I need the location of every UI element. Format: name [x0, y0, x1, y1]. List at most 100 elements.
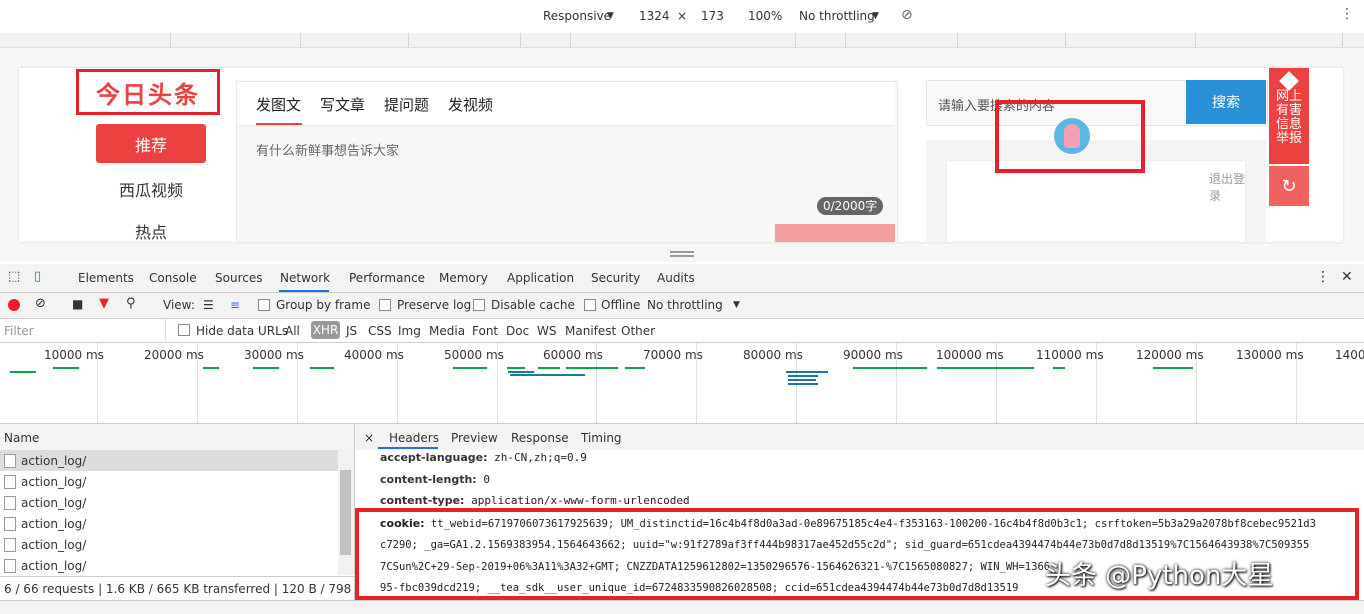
tab-ask-question[interactable]: 提问题 — [384, 94, 429, 115]
request-list: action_log/ action_log/ action_log/ acti… — [0, 450, 355, 575]
file-icon — [4, 517, 16, 531]
throttling-select[interactable]: No throttling — [647, 298, 723, 312]
list-view-icon[interactable]: ☰ — [203, 298, 214, 312]
chevron-down-icon[interactable]: ▼ — [733, 300, 740, 310]
request-row[interactable]: action_log/ — [0, 555, 338, 576]
header-key: content-type: — [380, 494, 465, 507]
tab-preview[interactable]: Preview — [451, 431, 498, 445]
close-icon[interactable]: × — [364, 431, 374, 445]
hide-data-urls-checkbox[interactable] — [178, 324, 190, 336]
request-row[interactable]: action_log/ — [0, 471, 338, 492]
device-toggle-icon[interactable]: ▯ — [34, 269, 41, 284]
filter-manifest[interactable]: Manifest — [565, 324, 616, 338]
waterfall-view-icon[interactable]: ≡ — [230, 298, 240, 312]
tab-console[interactable]: Console — [149, 271, 197, 285]
filter-all[interactable]: All — [285, 324, 300, 338]
request-row[interactable]: action_log/ — [0, 492, 338, 513]
compose-panel: 发图文 写文章 提问题 发视频 有什么新鲜事想告诉大家 0/2000字 — [236, 81, 898, 242]
tab-audits[interactable]: Audits — [657, 271, 695, 285]
filter-img[interactable]: Img — [398, 324, 421, 338]
disable-cache-checkbox[interactable] — [473, 299, 485, 311]
tab-response[interactable]: Response — [511, 431, 569, 445]
request-row[interactable]: action_log/ — [0, 450, 338, 471]
header-row: content-type: application/x-www-form-url… — [380, 494, 690, 507]
search-button[interactable]: 搜索 — [1186, 80, 1266, 124]
resize-handle[interactable] — [670, 251, 694, 257]
device-select[interactable]: Responsive — [543, 9, 611, 23]
logout-link[interactable]: 退出登录 — [1209, 170, 1245, 204]
avatar[interactable] — [1054, 118, 1090, 154]
tab-network[interactable]: Network — [280, 271, 330, 285]
request-row[interactable]: action_log/ — [0, 534, 338, 555]
chevron-down-icon[interactable]: ▼ — [872, 11, 879, 21]
report-logo-icon — [1279, 71, 1299, 91]
timeline-label: 70000 ms — [643, 348, 703, 362]
request-list-header[interactable]: Name — [0, 424, 355, 451]
timeline-label: 1400 — [1335, 348, 1364, 362]
console-drawer-strip — [0, 600, 1364, 614]
more-icon[interactable]: ⋮ — [1340, 6, 1354, 22]
nav-recommend-button[interactable]: 推荐 — [96, 124, 206, 163]
request-summary: 6 / 66 requests | 1.6 KB / 665 KB transf… — [4, 582, 399, 596]
network-overview[interactable]: 10000 ms 20000 ms 30000 ms 40000 ms 5000… — [0, 343, 1364, 424]
record-icon[interactable] — [8, 299, 20, 311]
height-input[interactable]: 173 — [701, 9, 724, 23]
inspect-icon[interactable]: ⬚ — [8, 269, 20, 284]
header-row: content-length: 0 — [380, 473, 490, 486]
filter-xhr[interactable]: XHR — [311, 321, 340, 339]
request-list-scrollbar[interactable] — [338, 450, 354, 575]
tab-elements[interactable]: Elements — [78, 271, 134, 285]
filter-css[interactable]: CSS — [368, 324, 392, 338]
filter-input[interactable]: Filter — [0, 319, 166, 341]
site-logo[interactable]: 今日头条 — [76, 69, 220, 115]
scrollbar-thumb[interactable] — [340, 470, 351, 555]
tab-timing[interactable]: Timing — [581, 431, 622, 445]
times-icon: × — [677, 9, 688, 23]
report-label: 网上有害信息举报 — [1275, 89, 1302, 146]
tab-memory[interactable]: Memory — [439, 271, 488, 285]
tab-headers[interactable]: Headers — [389, 431, 439, 445]
clear-icon[interactable]: ⊘ — [35, 296, 46, 311]
tab-post-image[interactable]: 发图文 — [256, 94, 301, 115]
zoom-select[interactable]: 100% — [748, 9, 782, 23]
offline-label: Offline — [601, 298, 641, 312]
tab-application[interactable]: Application — [507, 271, 574, 285]
close-icon[interactable]: ✕ — [1341, 269, 1353, 285]
filter-other[interactable]: Other — [621, 324, 655, 338]
tab-post-video[interactable]: 发视频 — [448, 94, 493, 115]
compose-input[interactable]: 有什么新鲜事想告诉大家 — [256, 140, 399, 159]
camera-icon[interactable]: ■ — [72, 297, 83, 311]
filter-doc[interactable]: Doc — [506, 324, 529, 338]
request-row[interactable]: action_log/ — [0, 513, 338, 534]
tab-security[interactable]: Security — [591, 271, 640, 285]
more-icon[interactable]: ⋮ — [1316, 269, 1330, 285]
timeline-label: 30000 ms — [244, 348, 304, 362]
tab-write-article[interactable]: 写文章 — [320, 94, 365, 115]
rotate-icon[interactable]: ⊘ — [901, 7, 913, 23]
devtools-tabbar: ⬚ ▯ Elements Console Sources Network Per… — [0, 264, 1364, 293]
filter-font[interactable]: Font — [472, 324, 498, 338]
request-name: action_log/ — [21, 559, 87, 573]
offline-checkbox[interactable] — [584, 299, 596, 311]
throttling-select[interactable]: No throttling — [799, 9, 875, 23]
group-by-frame-label: Group by frame — [276, 298, 371, 312]
preserve-log-checkbox[interactable] — [379, 299, 391, 311]
nav-hot[interactable]: 热点 — [96, 219, 206, 242]
nav-xigua-video[interactable]: 西瓜视频 — [96, 177, 206, 201]
publish-button[interactable] — [775, 224, 895, 242]
width-input[interactable]: 1324 — [639, 9, 670, 23]
chevron-down-icon[interactable]: ▼ — [607, 11, 614, 21]
filter-icon[interactable]: ▼ — [99, 296, 109, 311]
filter-js[interactable]: JS — [346, 324, 357, 338]
tab-performance[interactable]: Performance — [349, 271, 425, 285]
hide-data-urls-label: Hide data URLs — [196, 324, 289, 338]
timeline-label: 130000 ms — [1236, 348, 1304, 362]
refresh-button[interactable]: ↻ — [1269, 166, 1309, 206]
tab-sources[interactable]: Sources — [215, 271, 262, 285]
search-icon[interactable]: ⚲ — [126, 296, 136, 311]
filter-media[interactable]: Media — [429, 324, 465, 338]
timeline-label: 90000 ms — [843, 348, 903, 362]
filter-ws[interactable]: WS — [537, 324, 556, 338]
group-by-frame-checkbox[interactable] — [258, 299, 270, 311]
report-harmful-info-button[interactable]: 网上有害信息举报 — [1269, 68, 1309, 164]
